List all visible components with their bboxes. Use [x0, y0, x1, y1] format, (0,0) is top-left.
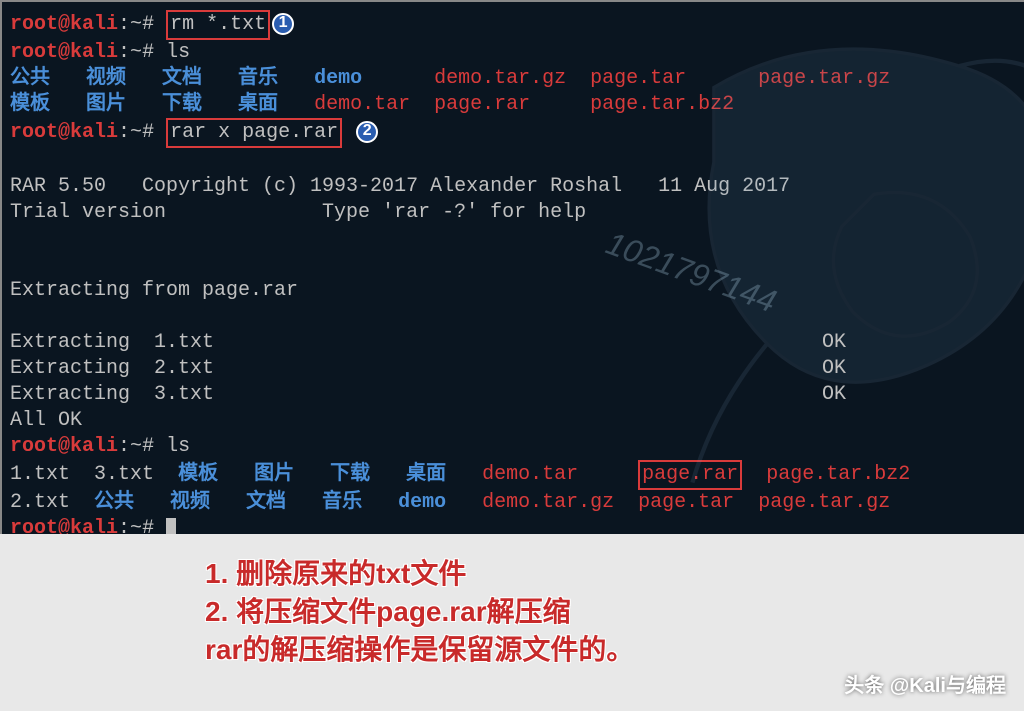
highlight-rarx: rar x page.rar: [166, 118, 342, 148]
ls1-row1: 公共 视频 文档 音乐 demo demo.tar.gz page.tar pa…: [10, 66, 1016, 92]
cursor: [166, 518, 176, 534]
prompt-user: root@kali: [10, 13, 118, 36]
ls1-row2: 模板 图片 下载 桌面 demo.tar page.rar page.tar.b…: [10, 92, 1016, 118]
rar-trial: Trial version Type 'rar -?' for help: [10, 200, 1016, 226]
rar-copyright: RAR 5.50 Copyright (c) 1993-2017 Alexand…: [10, 174, 1016, 200]
highlight-rm: rm *.txt: [166, 10, 270, 40]
badge-1: 1: [272, 13, 294, 35]
terminal[interactable]: root@kali:~# rm *.txt1 root@kali:~# ls 公…: [0, 0, 1024, 534]
line-ls1: root@kali:~# ls: [10, 40, 1016, 66]
rar-from: Extracting from page.rar: [10, 278, 1016, 304]
badge-2: 2: [356, 121, 378, 143]
rar-e2: Extracting 2.txtOK: [10, 356, 1016, 382]
rar-allok: All OK: [10, 408, 1016, 434]
highlight-pagerar: page.rar: [638, 460, 742, 490]
ls2-row1: 1.txt 3.txt 模板 图片 下载 桌面 demo.tar page.ra…: [10, 460, 1016, 490]
rar-e3: Extracting 3.txtOK: [10, 382, 1016, 408]
line-rarx: root@kali:~# rar x page.rar 2: [10, 118, 1016, 148]
annotation-text: 1. 删除原来的txt文件 2. 将压缩文件page.rar解压缩 rar的解压…: [205, 555, 634, 668]
line-prompt-final[interactable]: root@kali:~#: [10, 516, 1016, 534]
line-rm: root@kali:~# rm *.txt1: [10, 10, 1016, 40]
watermark-bottom: 头条 @Kali与编程: [844, 673, 1006, 699]
ls2-row2: 2.txt 公共 视频 文档 音乐 demo demo.tar.gz page.…: [10, 490, 1016, 516]
rar-e1: Extracting 1.txtOK: [10, 330, 1016, 356]
line-ls2: root@kali:~# ls: [10, 434, 1016, 460]
